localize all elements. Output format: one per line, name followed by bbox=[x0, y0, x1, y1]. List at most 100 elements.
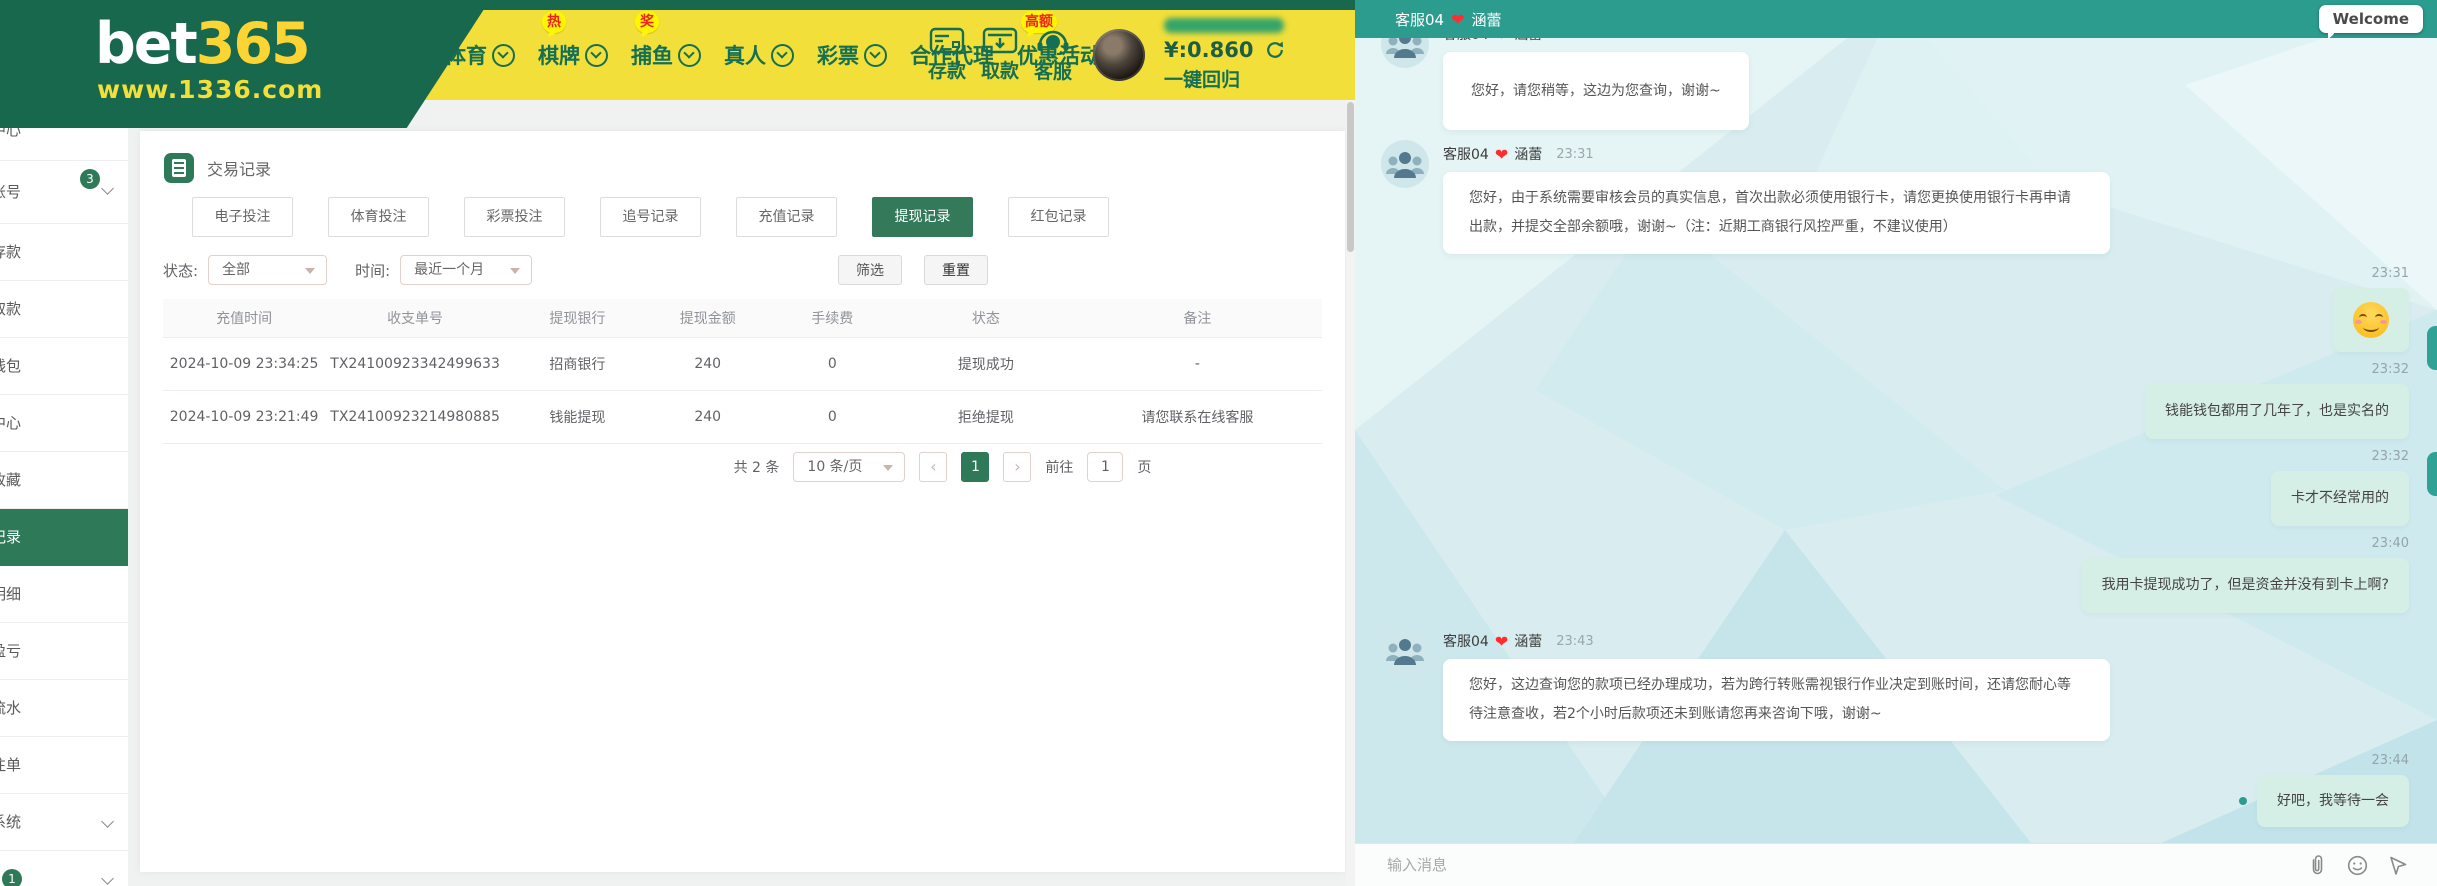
attachment-icon[interactable] bbox=[2307, 854, 2327, 876]
sidebar-item-deposit[interactable]: 存款 bbox=[0, 224, 128, 281]
scrollbar-thumb[interactable] bbox=[1347, 102, 1354, 252]
status-badge: 提现成功 bbox=[899, 338, 1073, 391]
current-page[interactable]: 1 bbox=[961, 452, 989, 482]
deposit-card-icon bbox=[929, 27, 965, 54]
page-scrollbar[interactable] bbox=[1346, 100, 1355, 886]
cell-fee: 0 bbox=[766, 391, 899, 444]
col-fee: 手续费 bbox=[766, 299, 899, 338]
refresh-icon[interactable] bbox=[1265, 40, 1285, 60]
chevron-down-icon bbox=[101, 872, 114, 885]
col-status: 状态 bbox=[899, 299, 1073, 338]
welcome-button[interactable]: Welcome bbox=[2319, 5, 2423, 33]
tab-withdraw-records[interactable]: 提现记录 bbox=[872, 197, 973, 237]
chevron-down-icon bbox=[864, 44, 887, 67]
chat-message-input[interactable] bbox=[1385, 855, 2287, 875]
cell-time: 2024-10-09 23:21:49 bbox=[163, 391, 325, 444]
document-icon bbox=[164, 153, 194, 183]
tab-redpacket-records[interactable]: 红包记录 bbox=[1008, 197, 1109, 237]
sidebar-item-wallet[interactable]: 钱包 bbox=[0, 338, 128, 395]
chevron-down-icon bbox=[101, 182, 114, 195]
table-row: 2024-10-09 23:34:25 TX24100923342499633 … bbox=[163, 338, 1322, 391]
sidebar-item-profit[interactable]: 盈亏 bbox=[0, 623, 128, 680]
reset-button[interactable]: 重置 bbox=[924, 255, 988, 285]
promo-badge: 奖 bbox=[635, 11, 659, 33]
sidebar-item-account[interactable]: 账号3 bbox=[0, 161, 128, 224]
status-select[interactable]: 全部 bbox=[208, 255, 327, 285]
status-badge: 拒绝提现 bbox=[899, 391, 1073, 444]
withdraw-button[interactable]: 取款 bbox=[981, 27, 1019, 83]
cell-amount: 240 bbox=[650, 391, 766, 444]
agent-alias: 涵蕾 bbox=[1472, 9, 1502, 30]
logo[interactable]: bet365 www.1336.com bbox=[0, 0, 490, 128]
record-tabs: 电子投注 体育投注 彩票投注 追号记录 充值记录 提现记录 红包记录 bbox=[192, 197, 1345, 237]
one-key-return[interactable]: 一键回归 bbox=[1164, 65, 1285, 92]
status-filter-label: 状态: bbox=[163, 260, 198, 281]
cell-bank: 招商银行 bbox=[505, 338, 650, 391]
caret-down-icon bbox=[510, 268, 520, 279]
side-floating-tab[interactable] bbox=[2427, 452, 2437, 496]
nav-item-live[interactable]: 真人 bbox=[724, 40, 794, 70]
send-icon[interactable] bbox=[2388, 855, 2409, 876]
message-time: 23:31 bbox=[2333, 266, 2409, 281]
sidebar: 中心 账号3 存款 取款 钱包 中心 收藏 记录 明细 盈亏 流水 注单 系统 … bbox=[0, 100, 128, 886]
message-time: 23:32 bbox=[2271, 449, 2409, 464]
agent-message: 客服04❤涵蕾23:43 您好，这边查询您的款项已经办理成功，若为跨行转账需视银… bbox=[1381, 631, 2110, 741]
table-header-row: 充值时间 收支单号 提现银行 提现金额 手续费 状态 备注 bbox=[163, 299, 1322, 338]
sidebar-item-center2[interactable]: 中心 bbox=[0, 395, 128, 452]
page-size-select[interactable]: 10 条/页 bbox=[793, 452, 905, 482]
nav-item-fishing[interactable]: 奖捕鱼 bbox=[631, 40, 701, 70]
betting-site: bet365 www.1336.com 首页 奖电子 热体育 热棋牌 奖捕鱼 真… bbox=[0, 0, 1355, 886]
chevron-down-icon bbox=[585, 44, 608, 67]
chevron-down-icon bbox=[492, 44, 515, 67]
nav-item-chess[interactable]: 热棋牌 bbox=[538, 40, 608, 70]
promo-badge: 热 bbox=[542, 11, 566, 33]
sidebar-item-withdraw[interactable]: 取款 bbox=[0, 281, 128, 338]
headset-icon bbox=[1036, 27, 1070, 55]
filter-row: 状态: 全部 时间: 最近一个月 筛选 重置 bbox=[163, 255, 988, 285]
message-time: 23:40 bbox=[2082, 536, 2409, 551]
message-bubble: 😊 bbox=[2333, 288, 2409, 352]
goto-label: 前往 bbox=[1045, 457, 1073, 477]
nav-item-lottery[interactable]: 彩票 bbox=[817, 40, 887, 70]
heart-icon: ❤ bbox=[1451, 10, 1464, 29]
tab-sports-bets[interactable]: 体育投注 bbox=[328, 197, 429, 237]
message-list: 客服04❤涵蕾23:30 您好，请您稍等，这边为您查询，谢谢~ 客服04❤涵蕾2… bbox=[1355, 0, 2437, 843]
card-title-row: 交易记录 bbox=[164, 153, 1345, 183]
col-recharge-time: 充值时间 bbox=[163, 299, 325, 338]
agent-message-meta: 客服04❤涵蕾23:31 bbox=[1443, 144, 2110, 164]
chat-header: 客服04 ❤ 涵蕾 Welcome bbox=[1355, 0, 2437, 38]
user-avatar[interactable] bbox=[1093, 29, 1145, 81]
count-badge: 3 bbox=[80, 169, 100, 189]
sidebar-item-bets[interactable]: 注单 bbox=[0, 737, 128, 794]
caret-down-icon bbox=[883, 465, 893, 476]
username-redacted bbox=[1164, 18, 1284, 33]
sidebar-item-system[interactable]: 系统 bbox=[0, 794, 128, 851]
sidebar-item-turnover[interactable]: 流水 bbox=[0, 680, 128, 737]
time-filter-label: 时间: bbox=[355, 260, 390, 281]
agent-message: 客服04❤涵蕾23:30 您好，请您稍等，这边为您查询，谢谢~ bbox=[1381, 24, 1749, 130]
sidebar-item-records[interactable]: 记录 bbox=[0, 509, 128, 566]
tab-slots-bets[interactable]: 电子投注 bbox=[192, 197, 293, 237]
withdraw-card-icon bbox=[982, 27, 1018, 54]
filter-button[interactable]: 筛选 bbox=[838, 255, 902, 285]
tab-lottery-bets[interactable]: 彩票投注 bbox=[464, 197, 565, 237]
col-order-no: 收支单号 bbox=[325, 299, 505, 338]
message-bubble: 您好，请您稍等，这边为您查询，谢谢~ bbox=[1443, 52, 1749, 130]
screen: bet365 www.1336.com 首页 奖电子 热体育 热棋牌 奖捕鱼 真… bbox=[0, 0, 2437, 886]
tab-deposit-records[interactable]: 充值记录 bbox=[736, 197, 837, 237]
agent-avatar bbox=[1381, 140, 1429, 188]
side-floating-tab[interactable] bbox=[2427, 326, 2437, 370]
cell-remark: 请您联系在线客服 bbox=[1073, 391, 1322, 444]
tab-chase-records[interactable]: 追号记录 bbox=[600, 197, 701, 237]
customer-service-button[interactable]: 客服 bbox=[1034, 27, 1072, 84]
message-time: 23:44 bbox=[2257, 753, 2409, 768]
sidebar-item-details[interactable]: 明细 bbox=[0, 566, 128, 623]
sidebar-item-messages[interactable]: 1 bbox=[0, 851, 128, 886]
prev-page-button[interactable]: ‹ bbox=[919, 452, 947, 482]
goto-page-input[interactable] bbox=[1087, 452, 1123, 482]
deposit-button[interactable]: 存款 bbox=[928, 27, 966, 83]
sidebar-item-favorites[interactable]: 收藏 bbox=[0, 452, 128, 509]
emoji-icon[interactable] bbox=[2347, 855, 2368, 876]
next-page-button[interactable]: › bbox=[1003, 452, 1031, 482]
time-select[interactable]: 最近一个月 bbox=[400, 255, 532, 285]
